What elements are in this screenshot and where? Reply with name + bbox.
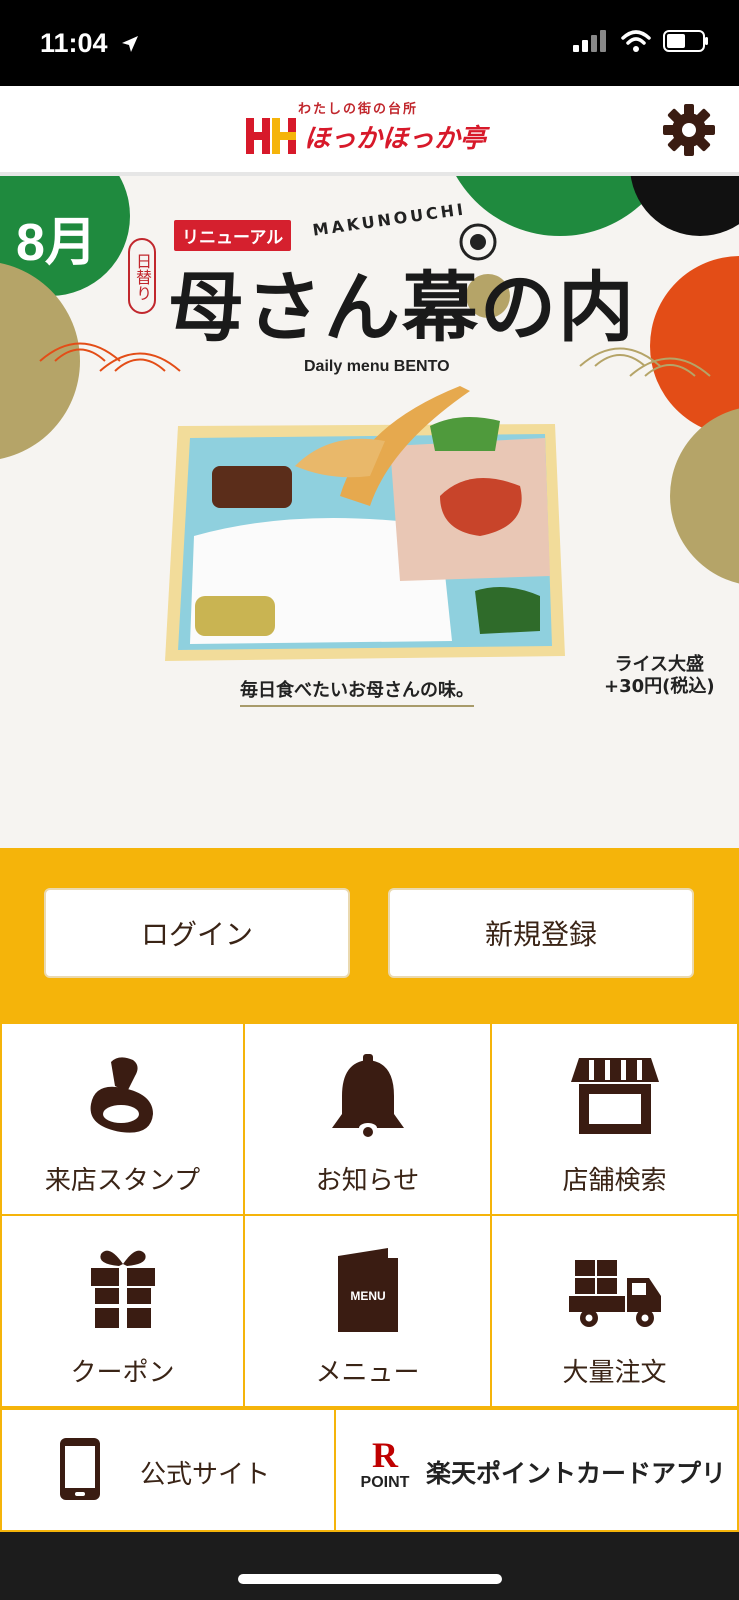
- bento-image: [165, 386, 565, 661]
- menu-book-icon: MENU: [337, 1248, 398, 1332]
- rakuten-point-app-button[interactable]: R POINT 楽天ポイントカードアプリ: [336, 1410, 737, 1530]
- home-indicator[interactable]: [238, 1574, 502, 1584]
- rice-note-line2: +30円(税込): [604, 676, 715, 697]
- month-label: 8月: [16, 214, 97, 272]
- promo-banner[interactable]: 8月 MAKUNOUCHI リニューアル 日替り 母さん幕の内 Daily me…: [0, 176, 739, 848]
- login-button[interactable]: ログイン: [44, 888, 350, 978]
- stamp-tile[interactable]: 来店スタンプ: [2, 1024, 243, 1214]
- rakuten-label: 楽天ポイントカードアプリ: [426, 1459, 727, 1488]
- battery-icon: [663, 30, 708, 52]
- rakuten-logo-text: POINT: [360, 1474, 410, 1491]
- coupon-tile[interactable]: クーポン: [2, 1216, 243, 1406]
- brand-logo: わたしの街の台所 ほっかほっか亭: [246, 96, 496, 166]
- status-time: 11:04: [40, 28, 108, 58]
- store-search-label: 店舗検索: [562, 1166, 667, 1196]
- location-arrow-icon: [122, 36, 138, 52]
- menu-label: メニュー: [315, 1358, 420, 1388]
- rice-upsize-note: ライス大盛 +30円(税込): [604, 654, 715, 698]
- status-bar: 11:04: [0, 0, 739, 86]
- hh-logo-icon: [246, 118, 296, 154]
- official-site-button[interactable]: 公式サイト: [2, 1410, 334, 1530]
- bulk-order-label: 大量注文: [562, 1358, 667, 1388]
- home-indicator-area: [0, 1532, 739, 1600]
- menu-tile[interactable]: MENU メニュー: [245, 1216, 490, 1406]
- stamp-icon: [90, 1057, 153, 1133]
- store-icon: [570, 1058, 659, 1134]
- logo-tagline: わたしの街の台所: [298, 101, 419, 116]
- notice-label: お知らせ: [315, 1166, 420, 1196]
- store-search-tile[interactable]: 店舗検索: [492, 1024, 737, 1214]
- auth-band: ログイン 新規登録: [0, 848, 739, 1022]
- stamp-label: 来店スタンプ: [44, 1166, 201, 1196]
- app-header: わたしの街の台所 ほっかほっか亭: [0, 86, 739, 176]
- rakuten-logo-letter: R: [372, 1435, 398, 1475]
- status-icons: [573, 30, 709, 52]
- rakuten-point-logo: R POINT: [356, 1436, 414, 1506]
- banner-headline: 母さん幕の内: [168, 263, 636, 352]
- gift-icon: [90, 1250, 155, 1328]
- coupon-label: クーポン: [70, 1358, 175, 1388]
- settings-gear-icon[interactable]: [661, 102, 717, 158]
- bottom-links: 公式サイト R POINT 楽天ポイントカードアプリ: [0, 1408, 739, 1532]
- bulk-order-tile[interactable]: 大量注文: [492, 1216, 737, 1406]
- official-site-label: 公式サイト: [140, 1460, 271, 1490]
- rice-note-line1: ライス大盛: [614, 654, 705, 675]
- daily-tag: 日替り: [128, 238, 156, 314]
- banner-subtitle: Daily menu BENTO: [304, 358, 450, 375]
- smartphone-icon: [60, 1438, 100, 1500]
- logo-name: ほっかほっか亭: [304, 124, 487, 154]
- wifi-icon: [621, 30, 651, 52]
- notice-tile[interactable]: お知らせ: [245, 1024, 490, 1214]
- bell-icon: [331, 1054, 404, 1137]
- signal-icon: [573, 30, 606, 52]
- delivery-truck-icon: [568, 1260, 661, 1327]
- register-button[interactable]: 新規登録: [388, 888, 694, 978]
- banner-catchphrase: 毎日食べたいお母さんの味。: [240, 676, 474, 707]
- menu-book-text: MENU: [350, 1289, 385, 1303]
- feature-grid: 来店スタンプ お知らせ 店舗検索 クーポン MENU メニュー 大量注文: [0, 1022, 739, 1408]
